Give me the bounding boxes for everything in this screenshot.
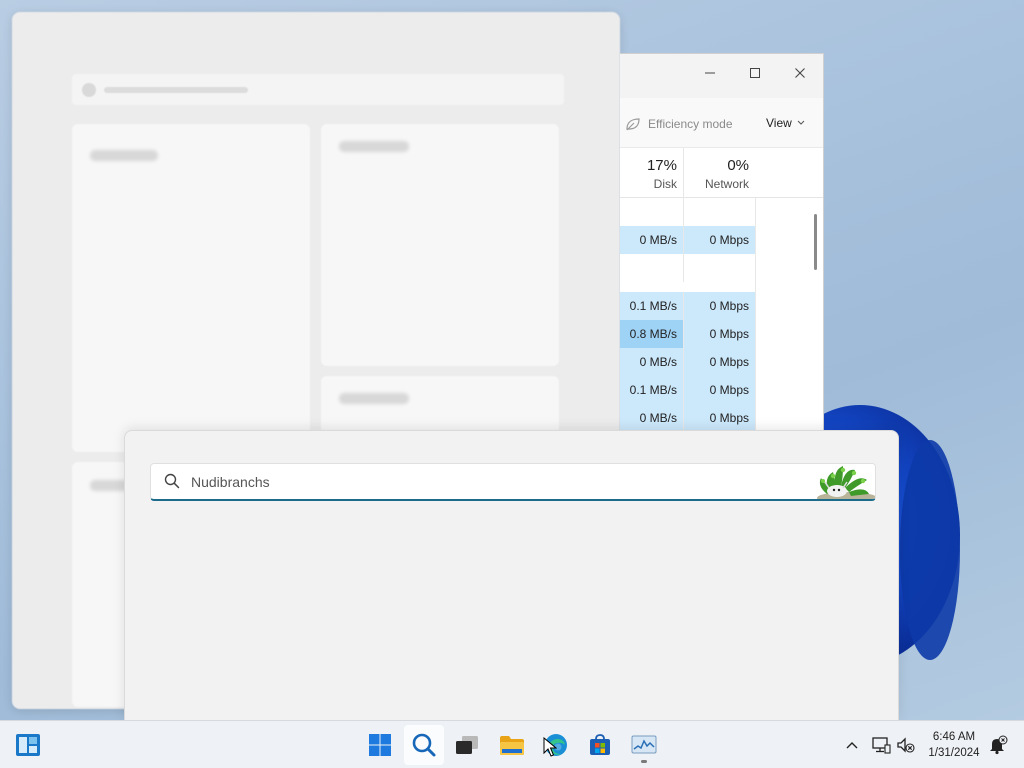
process-row[interactable]: 0 MB/s 0 Mbps — [620, 404, 755, 432]
running-indicator — [641, 760, 647, 763]
clock[interactable]: 6:46 AM 1/31/2024 — [922, 729, 986, 761]
close-icon — [795, 68, 805, 78]
chevron-up-icon — [846, 742, 858, 749]
task-view-button[interactable] — [447, 725, 487, 765]
efficiency-mode-label: Efficiency mode — [648, 117, 733, 131]
leaf-icon — [626, 118, 640, 131]
placeholder-line — [339, 393, 409, 404]
network-column-header[interactable]: 0% Network — [683, 148, 755, 198]
process-row[interactable]: 0.1 MB/s 0 Mbps — [620, 376, 755, 404]
disk-cell — [620, 198, 683, 226]
volume-button[interactable] — [888, 725, 924, 765]
disk-label: Disk — [653, 177, 677, 191]
search-icon — [164, 473, 180, 489]
taskbar: 6:46 AM 1/31/2024 — [0, 720, 1024, 768]
disk-cell: 0.8 MB/s — [620, 320, 683, 348]
task-manager-window: Efficiency mode View 17% Disk 0% Network… — [620, 53, 824, 433]
process-row[interactable]: 0 MB/s 0 Mbps — [620, 348, 755, 376]
disk-percent: 17% — [646, 157, 677, 174]
network-label: Network — [704, 177, 749, 191]
search-box[interactable] — [150, 463, 876, 501]
toolbar: Efficiency mode View — [620, 98, 823, 148]
search-icon — [412, 733, 436, 757]
wallpaper-bloom-edge — [900, 440, 960, 660]
efficiency-mode-button[interactable]: Efficiency mode — [624, 116, 733, 132]
network-cell: 0 Mbps — [683, 226, 755, 254]
network-cell: 0 Mbps — [683, 292, 755, 320]
disk-cell: 0.1 MB/s — [620, 292, 683, 320]
disk-cell: 0 MB/s — [620, 404, 683, 432]
widgets-button[interactable] — [8, 725, 48, 765]
network-cell: 0 Mbps — [683, 320, 755, 348]
store-button[interactable] — [580, 725, 620, 765]
task-manager-button[interactable] — [624, 725, 664, 765]
file-explorer-icon — [500, 736, 524, 755]
process-row[interactable]: 0.8 MB/s 0 Mbps — [620, 320, 755, 348]
task-view-icon — [456, 736, 478, 754]
file-explorer-button[interactable] — [492, 725, 532, 765]
network-percent: 0% — [727, 157, 749, 174]
view-menu-button[interactable]: View — [766, 116, 805, 130]
column-divider — [755, 198, 756, 432]
column-headers: 17% Disk 0% Network — [620, 148, 823, 198]
network-cell: 0 Mbps — [683, 376, 755, 404]
notifications-button[interactable] — [982, 725, 1014, 765]
mouse-cursor-icon — [543, 737, 557, 757]
search-input[interactable] — [191, 470, 791, 494]
notification-bell-icon — [990, 735, 1008, 755]
placeholder-bar — [104, 87, 248, 93]
minimize-icon — [705, 72, 715, 74]
process-row[interactable] — [620, 198, 755, 226]
placeholder-line — [90, 150, 158, 161]
widgets-search-placeholder — [72, 74, 564, 105]
widget-card — [321, 124, 559, 366]
network-cell: 0 Mbps — [683, 404, 755, 432]
chevron-down-icon — [797, 120, 805, 125]
clock-date: 1/31/2024 — [928, 747, 980, 759]
process-row[interactable]: 0.1 MB/s 0 Mbps — [620, 292, 755, 320]
scrollbar-thumb[interactable] — [814, 214, 817, 270]
process-row[interactable] — [620, 254, 755, 282]
widgets-icon — [16, 734, 40, 756]
windows-logo-icon — [369, 734, 391, 756]
start-button[interactable] — [360, 725, 400, 765]
store-icon — [590, 734, 610, 755]
search-highlight-nudibranch-image[interactable] — [799, 464, 875, 500]
close-button[interactable] — [778, 58, 822, 88]
maximize-button[interactable] — [733, 58, 777, 88]
volume-muted-icon — [897, 737, 915, 753]
placeholder-dot — [82, 83, 96, 97]
disk-column-header[interactable]: 17% Disk — [620, 148, 683, 198]
network-cell — [683, 254, 755, 282]
search-button[interactable] — [404, 725, 444, 765]
search-flyout — [124, 430, 899, 720]
network-cell — [683, 198, 755, 226]
clock-time: 6:46 AM — [932, 731, 976, 743]
minimize-button[interactable] — [688, 58, 732, 88]
disk-cell: 0.1 MB/s — [620, 376, 683, 404]
view-label: View — [766, 116, 792, 130]
process-row[interactable]: 0 MB/s 0 Mbps — [620, 226, 755, 254]
title-bar — [620, 54, 823, 98]
disk-cell — [620, 254, 683, 282]
placeholder-line — [339, 141, 409, 152]
disk-cell: 0 MB/s — [620, 348, 683, 376]
network-cell: 0 Mbps — [683, 348, 755, 376]
widget-card — [72, 124, 310, 452]
task-manager-icon — [631, 735, 657, 754]
disk-cell: 0 MB/s — [620, 226, 683, 254]
maximize-icon — [750, 68, 760, 78]
widget-card — [321, 376, 559, 436]
